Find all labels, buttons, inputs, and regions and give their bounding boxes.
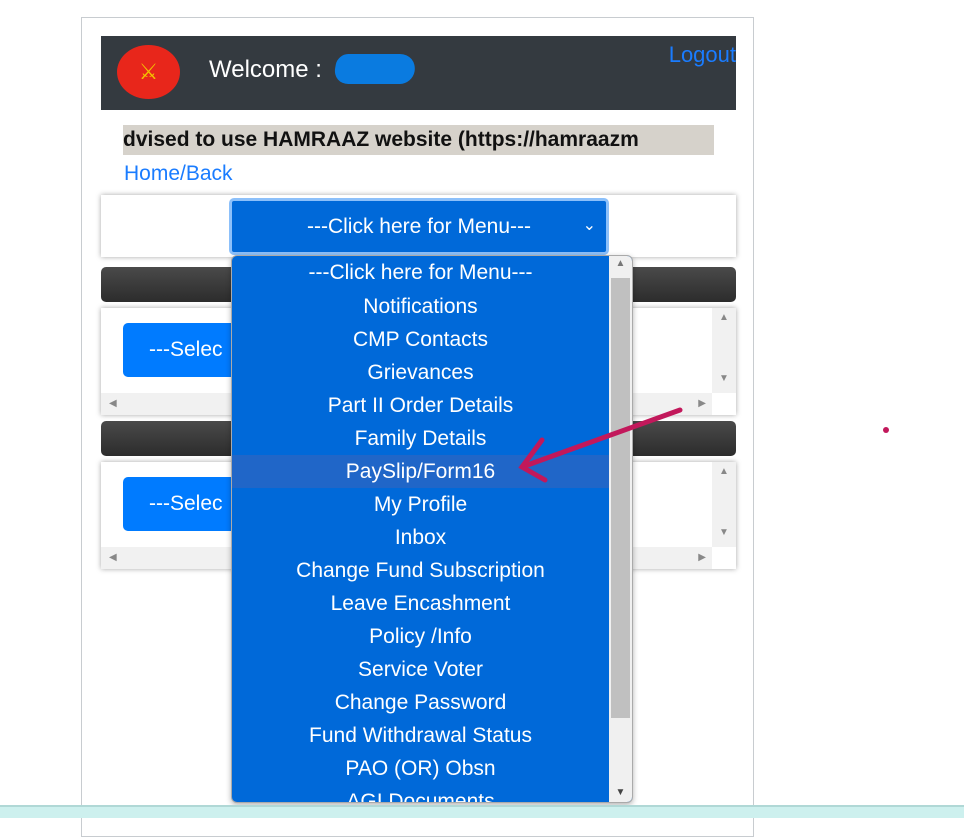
annotation-arrow-icon <box>518 407 683 483</box>
annotation-dot <box>883 427 889 433</box>
annotation-layer <box>518 407 889 483</box>
bottom-bar <box>0 805 964 818</box>
